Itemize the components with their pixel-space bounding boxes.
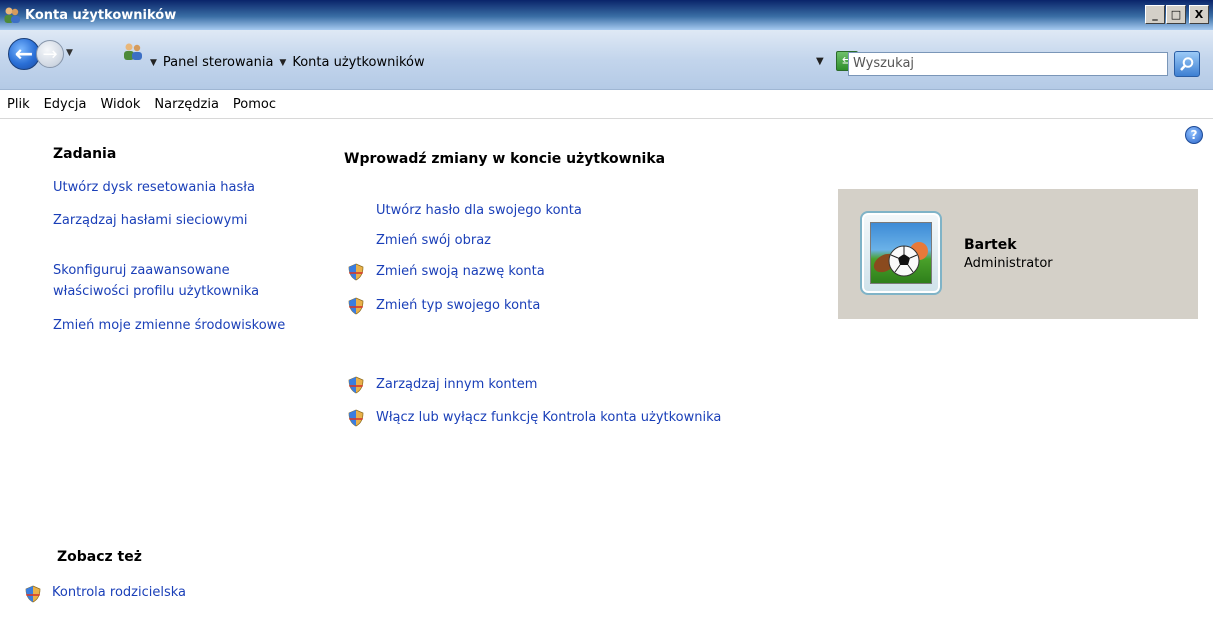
help-icon[interactable]: ?	[1185, 126, 1203, 144]
forward-arrow-icon: →	[42, 43, 58, 65]
title-bar: Konta użytkowników _ □ X	[0, 0, 1213, 30]
avatar[interactable]	[860, 211, 942, 295]
main-heading: Wprowadź zmiany w koncie użytkownika	[344, 151, 666, 167]
user-role: Administrator	[964, 256, 1053, 271]
user-name: Bartek	[964, 237, 1017, 253]
breadcrumb-item-user-accounts[interactable]: Konta użytkowników	[292, 55, 424, 70]
link-parental-controls[interactable]: Kontrola rodzicielska	[52, 585, 186, 600]
history-dropdown-icon[interactable]: ▼	[66, 48, 73, 58]
task-advanced-profile-line2[interactable]: właściwości profilu użytkownika	[53, 284, 259, 299]
shield-icon	[24, 585, 42, 603]
link-change-picture[interactable]: Zmień swój obraz	[376, 233, 491, 248]
search-placeholder: Wyszukaj	[853, 56, 915, 71]
see-also-heading: Zobacz też	[57, 549, 142, 565]
user-card: Bartek Administrator	[838, 189, 1198, 319]
menu-tools[interactable]: Narzędzia	[149, 97, 228, 112]
task-advanced-profile-line1[interactable]: Skonfiguruj zaawansowane	[53, 263, 230, 278]
breadcrumb: ▼ Panel sterowania ▼ Konta użytkowników	[150, 55, 425, 70]
search-input[interactable]: Wyszukaj	[848, 52, 1168, 76]
link-manage-other-account[interactable]: Zarządzaj innym kontem	[376, 377, 537, 392]
task-env-variables[interactable]: Zmień moje zmienne środowiskowe	[53, 318, 285, 333]
tasks-heading: Zadania	[53, 146, 117, 162]
link-toggle-uac[interactable]: Włącz lub wyłącz funkcję Kontrola konta …	[376, 410, 721, 425]
address-bar: ← → ▼ ▼ Panel sterowania ▼ Konta użytkow…	[0, 30, 1213, 90]
shield-icon	[347, 409, 365, 427]
chevron-down-icon[interactable]: ▼	[150, 58, 157, 68]
control-panel-users-icon	[122, 42, 144, 62]
menu-view[interactable]: Widok	[95, 97, 149, 112]
maximize-button[interactable]: □	[1166, 5, 1186, 24]
menu-edit[interactable]: Edycja	[39, 97, 96, 112]
users-icon	[3, 6, 21, 24]
minimize-button[interactable]: _	[1145, 5, 1165, 24]
forward-button[interactable]: →	[36, 40, 64, 68]
shield-icon	[347, 376, 365, 394]
shield-icon	[347, 263, 365, 281]
menu-bar: Plik Edycja Widok Narzędzia Pomoc	[0, 91, 1213, 119]
breadcrumb-item-control-panel[interactable]: Panel sterowania	[163, 55, 274, 70]
shield-icon	[347, 297, 365, 315]
task-manage-network-passwords[interactable]: Zarządzaj hasłami sieciowymi	[53, 213, 248, 228]
back-arrow-icon: ←	[14, 41, 34, 67]
search-button[interactable]	[1174, 51, 1200, 77]
chevron-down-icon[interactable]: ▼	[279, 58, 286, 68]
close-button[interactable]: X	[1189, 5, 1209, 24]
address-dropdown-icon[interactable]: ▼	[816, 56, 824, 67]
menu-help[interactable]: Pomoc	[228, 97, 285, 112]
link-create-password[interactable]: Utwórz hasło dla swojego konta	[376, 203, 582, 218]
link-change-account-name[interactable]: Zmień swoją nazwę konta	[376, 264, 545, 279]
sports-balls-picture	[870, 222, 932, 284]
task-create-reset-disk[interactable]: Utwórz dysk resetowania hasła	[53, 180, 255, 195]
window-title: Konta użytkowników	[25, 7, 177, 23]
window-controls: _ □ X	[1144, 5, 1209, 24]
link-change-account-type[interactable]: Zmień typ swojego konta	[376, 298, 540, 313]
menu-file[interactable]: Plik	[2, 97, 39, 112]
search-icon	[1180, 57, 1194, 71]
